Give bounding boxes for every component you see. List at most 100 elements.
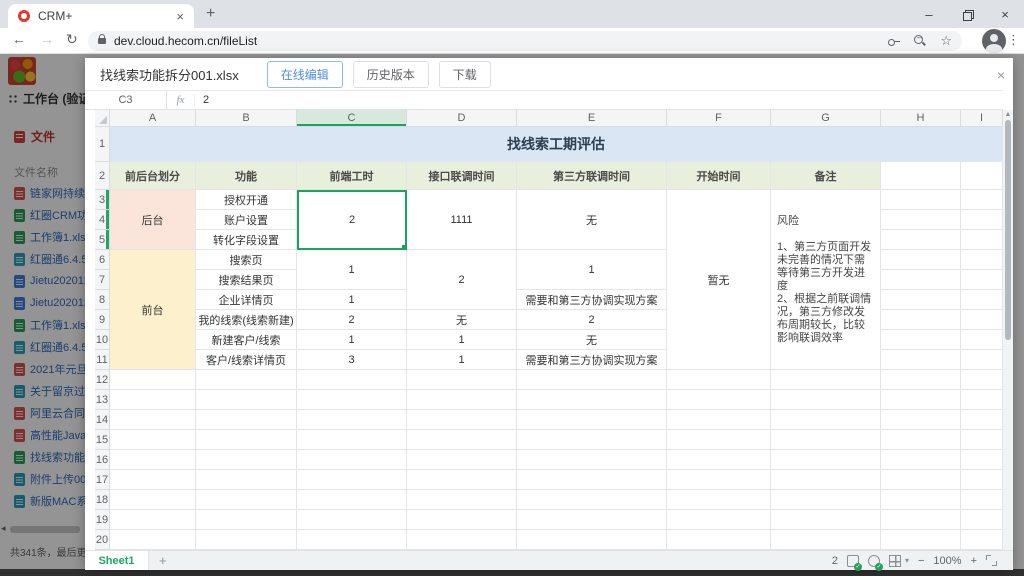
empty-cell[interactable] (881, 410, 961, 430)
cell-header-f2[interactable]: 开始时间 (667, 162, 771, 190)
empty-cell[interactable] (297, 470, 407, 490)
empty-cell[interactable] (667, 470, 771, 490)
empty-cell[interactable] (881, 450, 961, 470)
row-header-3[interactable]: 3 (95, 190, 110, 210)
empty-cell[interactable] (407, 510, 517, 530)
empty-cell[interactable] (771, 450, 881, 470)
empty-cell[interactable] (771, 470, 881, 490)
row-header-16[interactable]: 16 (95, 450, 110, 470)
empty-cell[interactable] (881, 190, 961, 210)
empty-cell[interactable] (517, 490, 667, 510)
empty-cell[interactable] (961, 310, 1003, 330)
empty-cell[interactable] (961, 270, 1003, 290)
cell-g3-risk-note[interactable]: 风险 1、第三方页面开发未完善的情况下需等待第三方开发进度 2、根据之前联调情况… (771, 190, 881, 370)
password-key-icon[interactable] (888, 39, 900, 44)
empty-cell[interactable] (667, 390, 771, 410)
sheet-tab[interactable]: Sheet1 (85, 551, 149, 570)
cell-b4[interactable]: 账户设置 (196, 210, 297, 230)
empty-cell[interactable] (407, 490, 517, 510)
cell-e11[interactable]: 需要和第三方协调实现方案 (517, 350, 667, 370)
download-button[interactable]: 下载 (439, 61, 491, 88)
empty-cell[interactable] (196, 490, 297, 510)
zoom-out-button[interactable]: − (918, 555, 924, 567)
chevron-down-icon[interactable]: ▾ (905, 556, 909, 565)
empty-cell[interactable] (196, 410, 297, 430)
address-bar[interactable]: dev.cloud.hecom.cn/fileList ☆ (88, 31, 962, 51)
row-header-12[interactable]: 12 (95, 370, 110, 390)
cell-d10[interactable]: 1 (407, 330, 517, 350)
empty-cell[interactable] (196, 450, 297, 470)
empty-cell[interactable] (961, 162, 1003, 190)
row-header-2[interactable]: 2 (95, 162, 110, 190)
cell-b6[interactable]: 搜索页 (196, 250, 297, 270)
row-header-19[interactable]: 19 (95, 510, 110, 530)
empty-cell[interactable] (196, 390, 297, 410)
add-sheet-button[interactable]: + (159, 553, 167, 568)
doc-check-icon[interactable] (847, 555, 859, 567)
empty-cell[interactable] (517, 450, 667, 470)
scroll-up-icon[interactable]: ▲ (1003, 111, 1013, 118)
browser-menu-icon[interactable]: ⋮ (1007, 32, 1020, 48)
empty-cell[interactable] (667, 490, 771, 510)
cell-header-e2[interactable]: 第三方联调时间 (517, 162, 667, 190)
cell-header-b2[interactable]: 功能 (196, 162, 297, 190)
empty-cell[interactable] (297, 530, 407, 550)
empty-cell[interactable] (771, 390, 881, 410)
empty-cell[interactable] (517, 390, 667, 410)
cell-group-backend[interactable]: 后台 (110, 190, 196, 250)
empty-cell[interactable] (196, 370, 297, 390)
column-header-G[interactable]: G (771, 110, 881, 127)
empty-cell[interactable] (881, 370, 961, 390)
browser-tab[interactable]: CRM+ × (8, 4, 194, 28)
empty-cell[interactable] (517, 370, 667, 390)
column-header-A[interactable]: A (110, 110, 196, 127)
empty-cell[interactable] (667, 430, 771, 450)
empty-cell[interactable] (961, 530, 1003, 550)
cell-b8[interactable]: 企业详情页 (196, 290, 297, 310)
column-header-C[interactable]: C (297, 110, 407, 127)
empty-cell[interactable] (517, 470, 667, 490)
empty-cell[interactable] (881, 210, 961, 230)
reload-button[interactable]: ↻ (66, 31, 78, 48)
column-header-H[interactable]: H (881, 110, 961, 127)
empty-cell[interactable] (881, 330, 961, 350)
history-version-button[interactable]: 历史版本 (353, 61, 429, 88)
empty-cell[interactable] (110, 490, 196, 510)
cell-b7[interactable]: 搜索结果页 (196, 270, 297, 290)
empty-cell[interactable] (110, 370, 196, 390)
empty-cell[interactable] (196, 530, 297, 550)
empty-cell[interactable] (881, 530, 961, 550)
new-tab-button[interactable]: + (206, 5, 215, 23)
empty-cell[interactable] (961, 350, 1003, 370)
cell-c3-selected[interactable]: 2 (297, 190, 407, 250)
empty-cell[interactable] (881, 430, 961, 450)
empty-cell[interactable] (517, 530, 667, 550)
empty-cell[interactable] (110, 450, 196, 470)
empty-cell[interactable] (961, 290, 1003, 310)
row-header-7[interactable]: 7 (95, 270, 110, 290)
empty-cell[interactable] (961, 410, 1003, 430)
modal-close-icon[interactable]: × (997, 67, 1005, 83)
empty-cell[interactable] (297, 430, 407, 450)
empty-cell[interactable] (961, 190, 1003, 210)
empty-cell[interactable] (297, 510, 407, 530)
empty-cell[interactable] (961, 430, 1003, 450)
cell-e8[interactable]: 需要和第三方协调实现方案 (517, 290, 667, 310)
empty-cell[interactable] (517, 410, 667, 430)
zoom-in-button[interactable]: + (971, 555, 977, 567)
empty-cell[interactable] (407, 410, 517, 430)
cell-group-frontend[interactable]: 前台 (110, 250, 196, 370)
empty-cell[interactable] (297, 410, 407, 430)
empty-cell[interactable] (297, 390, 407, 410)
empty-cell[interactable] (667, 410, 771, 430)
cell-header-a2[interactable]: 前后台划分 (110, 162, 196, 190)
cell-e3[interactable]: 无 (517, 190, 667, 250)
empty-cell[interactable] (771, 430, 881, 450)
cell-b9[interactable]: 我的线索(线索新建) (196, 310, 297, 330)
empty-cell[interactable] (771, 490, 881, 510)
empty-cell[interactable] (667, 450, 771, 470)
empty-cell[interactable] (961, 210, 1003, 230)
empty-cell[interactable] (881, 310, 961, 330)
empty-cell[interactable] (110, 470, 196, 490)
select-all-corner[interactable] (95, 110, 110, 127)
